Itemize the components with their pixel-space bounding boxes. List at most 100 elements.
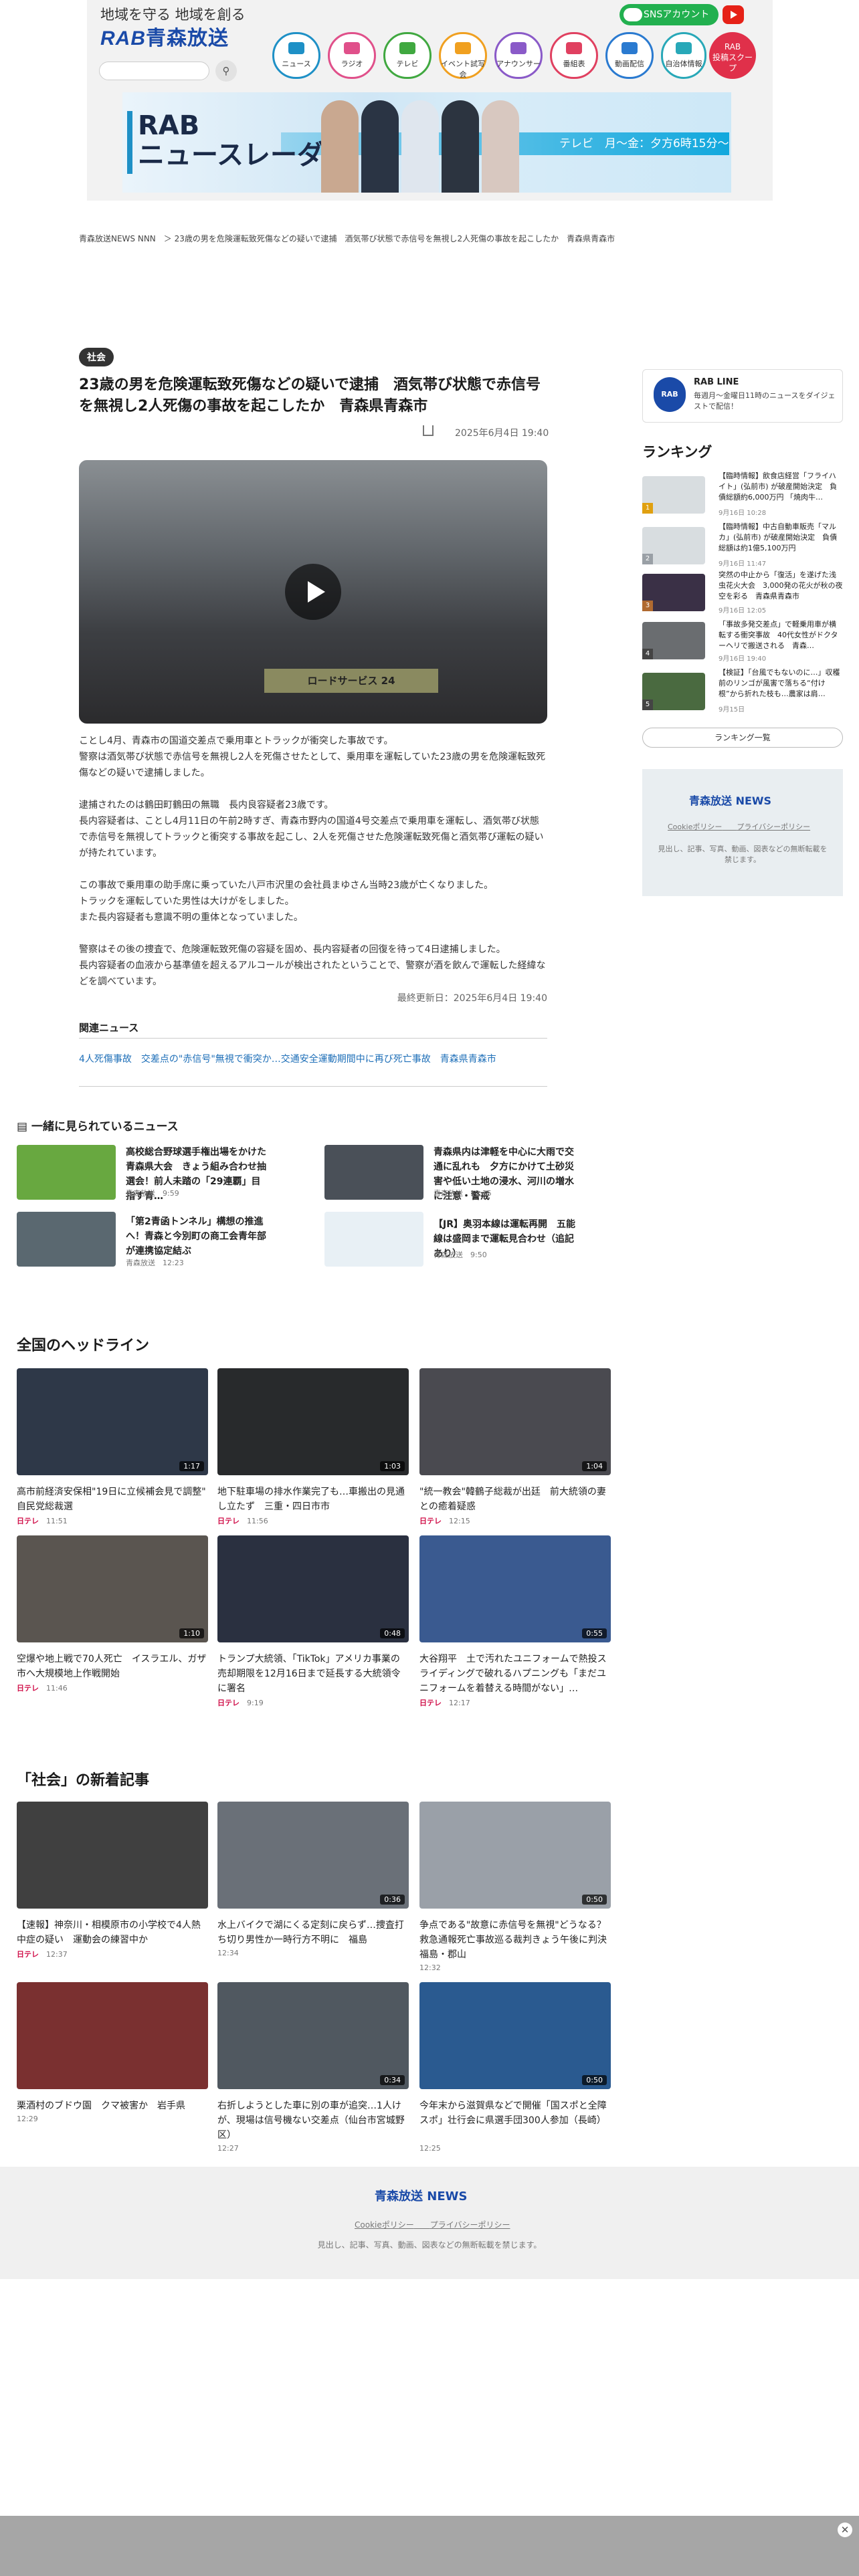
society-thumb[interactable]: 0:50 (419, 1802, 611, 1909)
program-icon (566, 42, 582, 54)
nav-video[interactable]: 動画配信 (605, 32, 654, 79)
footer-links[interactable]: Cookieポリシー プライバシーポリシー (355, 2219, 510, 2230)
last-updated: 最終更新日：2025年6月4日 19:40 (397, 993, 547, 1004)
privacy-policy-link[interactable]: プライバシーポリシー (430, 2220, 510, 2230)
ranking-date: 9月16日 19:40 (719, 655, 767, 663)
society-title[interactable]: 栗酒村のブドウ園 クマ被害か 岩手県 (17, 2099, 208, 2113)
society-meta: 日テレ 12:37 (17, 1950, 68, 1959)
video-duration: 0:34 (380, 2075, 405, 2085)
national-meta: 日テレ 9:19 (217, 1699, 264, 1707)
ranking-title[interactable]: 【検証】「台風でもないのに…」収穫前のリンゴが風害で落ちる“付け根”から折れた枝… (719, 667, 843, 700)
rab-line-title: RAB LINE (694, 377, 739, 387)
youtube-icon[interactable] (723, 5, 744, 24)
national-title[interactable]: 大谷翔平 土で汚れたユニフォームで熱投スライディングで破れるハプニングも「まだユ… (419, 1652, 611, 1696)
ranking-title[interactable]: 突然の中止から「復活」を遂げた浅虫花火大会 3,000発の花火が秋の夜空を彩る … (719, 570, 843, 602)
nav-announcer[interactable]: アナウンサー (494, 32, 543, 79)
nav-municipal[interactable]: 自治体情報 (661, 32, 706, 79)
rank-number: 3 (642, 601, 653, 611)
ranking-date: 9月16日 12:05 (719, 607, 767, 615)
national-meta: 日テレ 12:15 (419, 1517, 470, 1525)
ranking-date: 9月15日 (719, 706, 745, 714)
society-thumb[interactable]: 0:50 (419, 1982, 611, 2089)
divider (79, 1086, 547, 1087)
site-logo[interactable]: RAB青森放送 (100, 21, 229, 51)
banner-anchor-photo (361, 100, 399, 193)
society-title[interactable]: 【速報】神奈川・相模原市の小学校で4人熱中症の疑い 運動会の練習中か (17, 1918, 208, 1947)
announcer-icon (510, 42, 527, 54)
national-thumb[interactable]: 1:10 (17, 1535, 208, 1642)
society-meta: 12:25 (419, 2144, 441, 2153)
footer-logo[interactable]: 青森放送 NEWS (375, 2187, 467, 2204)
sns-account-button[interactable]: SNSアカウント (619, 4, 719, 25)
national-thumb[interactable]: 0:55 (419, 1535, 611, 1642)
society-meta: 12:34 (217, 1949, 239, 1957)
national-title[interactable]: "統一教会"韓鶴子総裁が出廷 前大統領の妻との癒着疑惑 (419, 1485, 611, 1514)
banner-anchor-photo (321, 100, 359, 193)
nav-news[interactable]: ニュース (272, 32, 320, 79)
society-thumb[interactable]: 0:34 (217, 1982, 409, 2089)
video-duration: 1:04 (582, 1461, 607, 1471)
nav-event[interactable]: イベント試写会 (439, 32, 487, 79)
category-badge[interactable]: 社会 (79, 348, 114, 366)
rab-scoop-button[interactable]: RAB 投稿スクープ (709, 32, 756, 79)
ranking-title[interactable]: 【臨時情報】中古自動車販売「マルカ」(弘前市) が破産開始決定 負債総額は約1億… (719, 522, 843, 554)
society-thumb[interactable] (17, 1982, 208, 2089)
ranking-more-button[interactable]: ランキング一覧 (642, 728, 843, 748)
ranking-date: 9月16日 11:47 (719, 560, 767, 568)
sidebar-footer-logo[interactable]: 青森放送 NEWS (689, 792, 771, 808)
share-icon[interactable] (423, 425, 434, 436)
national-thumb[interactable]: 1:17 (17, 1368, 208, 1475)
society-thumb[interactable] (17, 1802, 208, 1909)
national-title[interactable]: 地下駐車場の排水作業完了も…車搬出の見通し立たず 三重・四日市市 (217, 1485, 409, 1514)
together-meta: 青森放送 12:23 (126, 1259, 184, 1267)
article-paragraph: ことし4月、青森市の国道交差点で乗用車とトラックが衝突した事故です。 警察は酒気… (79, 736, 546, 778)
rab-line-logo: RAB (654, 377, 686, 412)
nav-program[interactable]: 番組表 (550, 32, 598, 79)
sidebar-footer-links[interactable]: Cookieポリシー プライバシーポリシー (668, 821, 810, 832)
together-thumb[interactable] (324, 1145, 423, 1200)
search-input[interactable] (99, 62, 209, 80)
society-title[interactable]: 争点である"故意に赤信号を無視"どうなる？ 救急通報死亡事故巡る裁判きょう午後に… (419, 1918, 616, 1962)
society-thumb[interactable]: 0:36 (217, 1802, 409, 1909)
together-title[interactable]: 「第2青函トンネル」構想の推進へ！青森と今別町の商工会青年部が連携協定結ぶ (126, 1214, 270, 1259)
national-thumb[interactable]: 0:48 (217, 1535, 409, 1642)
footer-note: 見出し、記事、写真、動画、図表などの無断転載を禁じます。 (317, 2240, 542, 2250)
ranking-title[interactable]: 【臨時情報】飲食店経営「フライハイト」(弘前市) が破産開始決定 負債総額約6,… (719, 471, 843, 503)
together-thumb[interactable] (324, 1212, 423, 1267)
society-title[interactable]: 水上バイクで湖にくる定刻に戻らず…捜査打ち切り男性か一時行方不明に 福島 (217, 1918, 409, 1947)
article-paragraph: この事故で乗用車の助手席に乗っていた八戸市沢里の会社員まゆさん当時23歳が亡くな… (79, 880, 494, 923)
society-title[interactable]: 今年末から滋賀県などで開催「国スポと全障スポ」壮行会に県選手団300人参加（長崎… (419, 2099, 611, 2128)
video-duration: 0:36 (380, 1895, 405, 1905)
together-thumb[interactable] (17, 1145, 116, 1200)
banner-anchor-photo (401, 100, 439, 193)
rank-number: 5 (642, 700, 653, 710)
nav-tv[interactable]: テレビ (383, 32, 432, 79)
breadcrumb[interactable]: 青森放送NEWS NNN ＞ 23歳の男を危険運転致死傷などの疑いで逮捕 酒気帯… (79, 233, 615, 244)
video-duration: 0:50 (582, 2075, 607, 2085)
divider (79, 1038, 547, 1039)
national-thumb[interactable]: 1:04 (419, 1368, 611, 1475)
news-icon (288, 42, 304, 54)
radio-icon (344, 42, 360, 54)
municipal-icon (676, 42, 692, 54)
national-thumb[interactable]: 1:03 (217, 1368, 409, 1475)
cookie-policy-link[interactable]: Cookieポリシー (668, 823, 722, 831)
banner-title: RAB ニュースレーダー (138, 110, 351, 171)
close-icon[interactable]: ✕ (838, 2523, 852, 2537)
cookie-policy-link[interactable]: Cookieポリシー (355, 2220, 414, 2230)
privacy-policy-link[interactable]: プライバシーポリシー (737, 823, 810, 831)
together-thumb[interactable] (17, 1212, 116, 1267)
national-title[interactable]: 空爆や地上戦で70人死亡 イスラエル、ガザ市へ大規模地上作戦開始 (17, 1652, 208, 1681)
ad-banner[interactable] (0, 2516, 859, 2576)
nav-radio[interactable]: ラジオ (328, 32, 376, 79)
national-title[interactable]: 高市前経済安保相"19日に立候補会見で調整" 自民党総裁選 (17, 1485, 215, 1514)
society-title[interactable]: 右折しようとした車に別の車が追突…1人けが、現場は信号機ない交差点（仙台市宮城野… (217, 2099, 409, 2143)
search-icon[interactable]: ⚲ (215, 60, 237, 82)
society-meta: 12:27 (217, 2144, 239, 2153)
ranking-title[interactable]: 「事故多発交差点」で軽乗用車が横転する衝突事故 40代女性がドクターヘリで搬送さ… (719, 619, 843, 651)
national-meta: 日テレ 11:46 (17, 1684, 68, 1693)
play-icon[interactable] (285, 564, 341, 620)
national-title[interactable]: トランプ大統領、「TikTok」アメリカ事業の売却期限を12月16日まで延長する… (217, 1652, 409, 1696)
related-link[interactable]: 4人死傷事故 交差点の"赤信号"無視で衝突か…交通安全運動期間中に再び死亡事故 … (79, 1051, 547, 1067)
society-meta: 12:29 (17, 2115, 38, 2123)
